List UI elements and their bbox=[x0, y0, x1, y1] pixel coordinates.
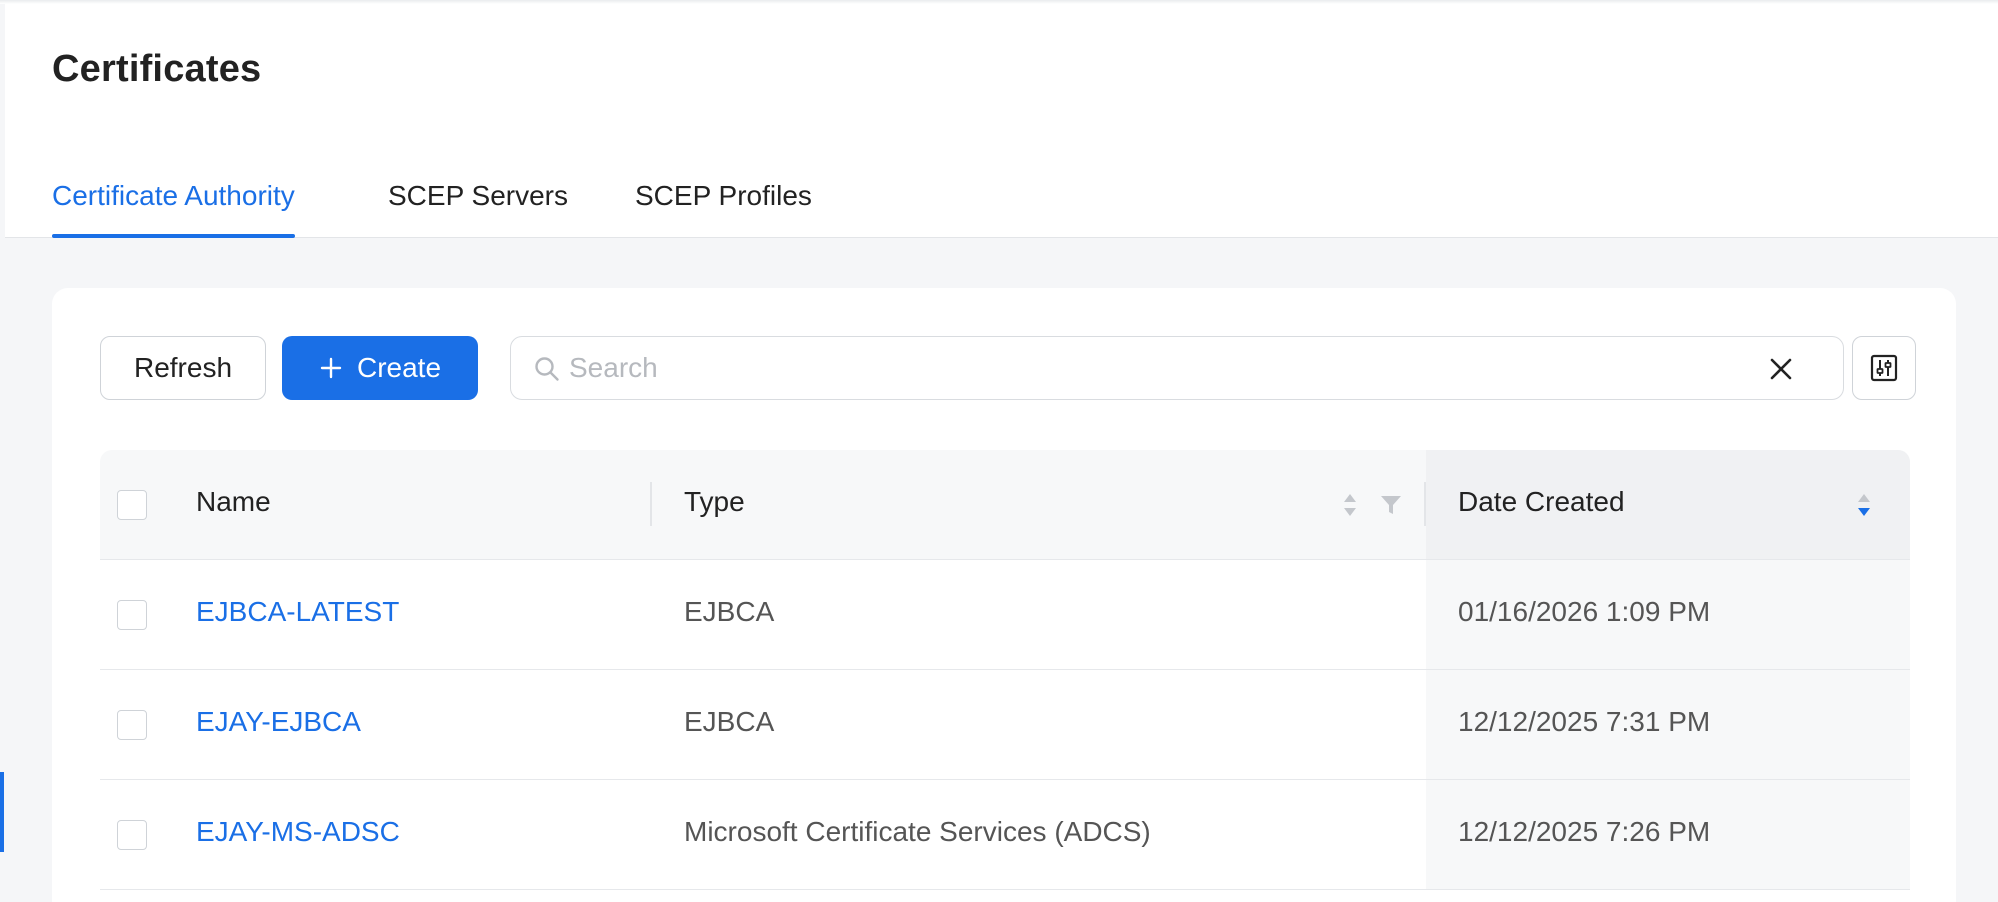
row-checkbox[interactable] bbox=[117, 820, 147, 850]
filter-icon[interactable] bbox=[1380, 494, 1402, 516]
certificate-type: EJBCA bbox=[684, 596, 775, 627]
search-box bbox=[510, 336, 1844, 400]
create-button-label: Create bbox=[356, 352, 442, 383]
tab-certificate-authority[interactable]: Certificate Authority bbox=[52, 180, 295, 238]
refresh-button[interactable]: Refresh bbox=[100, 336, 266, 400]
create-button[interactable]: Create bbox=[282, 336, 478, 400]
certificate-date-created: 12/12/2025 7:31 PM bbox=[1458, 706, 1711, 737]
sort-descending-icon[interactable] bbox=[1856, 490, 1872, 520]
certificate-date-created: 12/12/2025 7:26 PM bbox=[1458, 816, 1711, 847]
certificate-type: EJBCA bbox=[684, 706, 775, 737]
sort-icon[interactable] bbox=[1342, 490, 1358, 520]
column-settings-button[interactable] bbox=[1852, 336, 1916, 400]
left-active-marker bbox=[0, 772, 4, 852]
plus-icon bbox=[320, 357, 342, 379]
row-checkbox[interactable] bbox=[117, 710, 147, 740]
column-divider[interactable] bbox=[1424, 482, 1426, 526]
certificate-name-link[interactable]: EJAY-EJBCA bbox=[196, 706, 361, 738]
column-divider[interactable] bbox=[650, 482, 652, 526]
column-header-name[interactable]: Name bbox=[196, 486, 271, 518]
column-header-date-created[interactable]: Date Created bbox=[1458, 486, 1625, 518]
select-all-checkbox[interactable] bbox=[117, 490, 147, 520]
tab-scep-servers[interactable]: SCEP Servers bbox=[388, 180, 568, 238]
certificate-name-link[interactable]: EJBCA-LATEST bbox=[196, 596, 399, 628]
table-row[interactable]: EJAY-EJBCA EJBCA 12/12/2025 7:31 PM bbox=[100, 670, 1910, 780]
page-header: Certificates Certificate Authority SCEP … bbox=[5, 4, 1998, 238]
search-icon bbox=[535, 357, 559, 381]
certificates-card: Refresh Create Name Type bbox=[52, 288, 1956, 902]
search-input[interactable] bbox=[569, 343, 1749, 393]
tab-scep-profiles[interactable]: SCEP Profiles bbox=[635, 180, 812, 238]
column-settings-icon bbox=[1870, 354, 1898, 382]
column-header-type[interactable]: Type bbox=[684, 486, 745, 518]
certificates-table: Name Type Date Created EJBCA-LATEST EJBC… bbox=[100, 450, 1910, 890]
page-title: Certificates bbox=[52, 48, 262, 90]
row-checkbox[interactable] bbox=[117, 600, 147, 630]
close-icon[interactable] bbox=[1767, 355, 1795, 383]
certificate-type: Microsoft Certificate Services (ADCS) bbox=[684, 816, 1151, 847]
certificate-name-link[interactable]: EJAY-MS-ADSC bbox=[196, 816, 400, 848]
table-header-row: Name Type Date Created bbox=[100, 450, 1910, 560]
certificate-date-created: 01/16/2026 1:09 PM bbox=[1458, 596, 1711, 627]
table-row[interactable]: EJBCA-LATEST EJBCA 01/16/2026 1:09 PM bbox=[100, 560, 1910, 670]
table-row[interactable]: EJAY-MS-ADSC Microsoft Certificate Servi… bbox=[100, 780, 1910, 890]
